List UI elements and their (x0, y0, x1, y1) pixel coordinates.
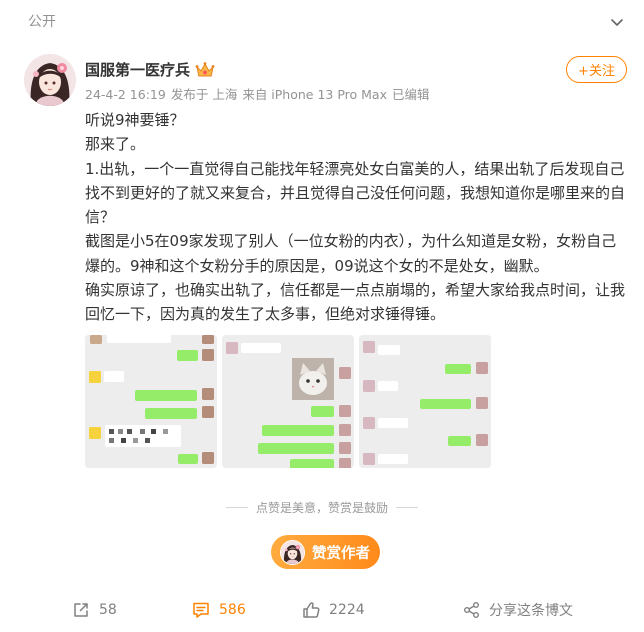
share-icon (463, 601, 480, 619)
chat-avatar (202, 388, 214, 400)
chat-bubble-white (104, 371, 124, 382)
chat-avatar (202, 406, 214, 418)
chat-avatar (476, 397, 488, 409)
repost-icon (72, 601, 90, 619)
post-paragraph: 截图是小5在09家发现了别人（一位女粉的内衣），为什么知道是女粉，女粉自己爆的。… (85, 232, 617, 275)
follow-button[interactable]: +关注 (566, 56, 627, 83)
avatar[interactable] (24, 54, 76, 106)
reward-button-label: 赞赏作者 (312, 545, 370, 562)
chat-avatar (202, 452, 214, 464)
chat-bubble-green (420, 399, 471, 409)
chat-bubble-white (107, 335, 171, 343)
chat-avatar (476, 434, 488, 446)
chat-bubble-white (378, 345, 400, 355)
divider (396, 506, 418, 508)
chat-bubble-white (241, 343, 281, 353)
edited-label[interactable]: 已编辑 (392, 87, 430, 102)
post-paragraph: 1.出轨，一个一直觉得自己能找年轻漂亮处女白富美的人，结果出轨了后发现自己找不到… (85, 159, 626, 227)
post-image-3[interactable] (359, 335, 491, 468)
chat-avatar (363, 417, 375, 429)
chat-bubble-green (178, 454, 198, 464)
cat-photo (292, 358, 334, 400)
chat-avatar (89, 371, 101, 383)
post-location: 发布于 上海 (170, 87, 238, 102)
chat-avatar (339, 458, 351, 468)
chat-avatar (476, 362, 488, 374)
avatar (280, 539, 305, 565)
chat-bubble-green (177, 350, 198, 361)
chat-avatar (363, 380, 375, 392)
chat-avatar (363, 341, 375, 353)
chat-bubble-green (311, 406, 334, 417)
chat-bubble-green (290, 459, 334, 468)
share-label: 分享这条博文 (489, 603, 573, 619)
chat-avatar (363, 453, 375, 465)
like-count: 2224 (329, 602, 365, 618)
chat-avatar (339, 367, 351, 379)
post-body: 听说9神要锤？ 那来了。 1.出轨，一个一直觉得自己能找年轻漂亮处女白富美的人，… (85, 108, 627, 327)
chat-avatar (90, 335, 102, 344)
share-button[interactable]: 分享这条博文 (463, 598, 573, 622)
reward-tagline-text: 点赞是美意，赞赏是鼓励 (255, 500, 388, 515)
comment-icon (192, 601, 210, 619)
post-paragraph: 听说9神要锤？ (85, 111, 185, 129)
author-row: 国服第一医疗兵 (85, 60, 215, 80)
chat-avatar (202, 349, 214, 361)
chat-bubble-green (135, 390, 197, 401)
post-datetime[interactable]: 24-4-2 16:19 (85, 87, 166, 102)
chat-avatar (89, 427, 101, 439)
chevron-down-icon[interactable] (609, 14, 625, 30)
chat-bubble-green (145, 408, 197, 419)
post-paragraph: 那来了。 (85, 135, 146, 154)
crown-badge-icon[interactable] (195, 61, 215, 79)
like-button[interactable]: 2224 (302, 598, 365, 622)
author-name[interactable]: 国服第一医疗兵 (85, 60, 190, 80)
repost-count: 58 (99, 602, 117, 618)
chat-bubble-green (445, 364, 471, 374)
chat-bubble-white (105, 425, 181, 447)
chat-avatar (226, 342, 238, 354)
image-gallery (85, 335, 491, 468)
post-image-2[interactable] (222, 335, 354, 468)
post-meta: 24-4-2 16:19 发布于 上海 来自 iPhone 13 Pro Max 已编… (85, 86, 435, 104)
chat-bubble-white (378, 381, 398, 391)
chat-avatar (339, 442, 351, 454)
reward-author-button[interactable]: 赞赏作者 (271, 535, 380, 569)
post-source: 来自 iPhone 13 Pro Max (242, 87, 387, 102)
chat-avatar (339, 405, 351, 417)
post-paragraph: 确实原谅了，也确实出轨了，信任都是一点点崩塌的，希望大家给我点时间，让我回忆一下… (85, 281, 626, 324)
visibility-label: 公开 (28, 14, 56, 30)
chat-avatar (202, 335, 214, 344)
chat-bubble-green (258, 443, 334, 454)
thumbs-up-icon (302, 601, 320, 619)
chat-bubble-green (262, 425, 334, 436)
chat-bubble-white (378, 418, 408, 428)
post-image-1[interactable] (85, 335, 217, 468)
comment-button[interactable]: 586 (192, 598, 246, 622)
chat-bubble-white (378, 454, 408, 464)
chat-avatar (339, 424, 351, 436)
repost-button[interactable]: 58 (72, 598, 117, 622)
reward-tagline: 点赞是美意，赞赏是鼓励 (0, 498, 644, 516)
comment-count: 586 (219, 602, 246, 618)
divider (225, 506, 248, 508)
chat-bubble-green (448, 436, 471, 446)
